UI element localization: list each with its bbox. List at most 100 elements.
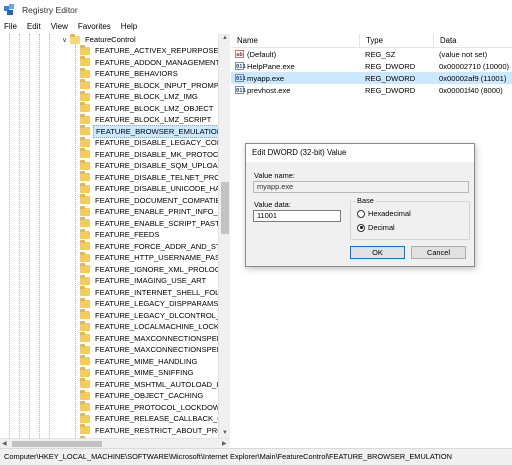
column-header-name[interactable]: Name (231, 34, 359, 47)
registry-editor-icon (4, 4, 16, 15)
tree-item[interactable]: FEATURE_FEEDS (80, 228, 161, 241)
radio-hexadecimal[interactable]: Hexadecimal (357, 209, 411, 218)
tree-item[interactable]: FEATURE_MSHTML_AUTOLOAD_IEFR (80, 378, 230, 391)
folder-icon (80, 389, 90, 400)
tree-item-label: FEATURE_DISABLE_UNICODE_HANDL (95, 184, 230, 194)
tree-item[interactable]: FEATURE_IGNORE_XML_PROLOG (80, 263, 223, 276)
tree-item-label: FEATURE_MSHTML_AUTOLOAD_IEFR (95, 379, 230, 389)
scroll-right-arrow-icon[interactable]: ▶ (222, 440, 227, 447)
tree-item[interactable]: FEATURE_INTERNET_SHELL_FOLDERS (80, 286, 229, 299)
list-row[interactable]: 011 HelpPane.exe REG_DWORD 0x00002710 (1000… (231, 60, 512, 72)
tree-item[interactable]: FEATURE_PROTOCOL_LOCKDOWN (80, 401, 228, 414)
tree-item-label: FEATURE_FEEDS (95, 230, 160, 240)
tree-item[interactable]: FEATURE_IMAGING_USE_ART (80, 274, 208, 287)
column-header-type[interactable]: Type (359, 34, 433, 47)
tree-horizontal-scrollbar[interactable]: ◀ ▶ (0, 438, 230, 448)
tree-item[interactable]: FEATURE_ADDON_MANAGEMENT (80, 56, 222, 69)
tree-item[interactable]: FEATURE_ENABLE_SCRIPT_PASTE_URI (80, 217, 229, 230)
tree-item[interactable]: FEATURE_MIME_HANDLING (80, 355, 199, 368)
value-name: (Default) (247, 49, 277, 59)
tree-item[interactable]: FEATURE_MAXCONNECTIONSPER1_0 (80, 332, 229, 345)
collapse-chevron-icon[interactable]: ∨ (60, 36, 69, 44)
tree-item-label: FEATURE_MIME_SNIFFING (95, 368, 194, 378)
tree-item-label: FEATURE_DOCUMENT_COMPATIBLE_ (95, 195, 230, 205)
string-value-icon: ab (235, 50, 244, 58)
folder-icon (80, 263, 90, 274)
registry-tree[interactable]: ∨ FeatureControl FEATURE_ACTIVEX_REPURPO… (0, 34, 230, 448)
tree-item[interactable]: FEATURE_DISABLE_UNICODE_HANDL (80, 182, 230, 195)
scroll-down-arrow-icon[interactable]: ▼ (222, 430, 228, 436)
window-title: Registry Editor (22, 4, 78, 15)
list-row[interactable]: 011 myapp.exe REG_DWORD 0x00002af9 (11001) (231, 72, 512, 84)
tree-item[interactable]: FEATURE_MIME_SNIFFING (80, 366, 196, 379)
tree-item[interactable]: FEATURE_DISABLE_TELNET_PROTOCO (80, 171, 229, 184)
folder-icon (80, 67, 90, 78)
scrollbar-thumb[interactable] (221, 182, 229, 234)
tree-item[interactable]: FEATURE_LEGACY_DLCONTROL_BEH (80, 309, 230, 322)
tree-guide-line (29, 34, 30, 438)
tree-item-label: FEATURE_RELEASE_CALLBACK_ON_S (95, 414, 230, 424)
value-name-field: myapp.exe (253, 181, 469, 193)
folder-icon (80, 217, 90, 228)
tree-item-label: FEATURE_BEHAVIORS (95, 69, 178, 79)
folder-icon (80, 113, 90, 124)
scroll-up-arrow-icon[interactable]: ▲ (222, 35, 228, 41)
ok-button[interactable]: OK (350, 246, 405, 259)
tree-item[interactable]: FEATURE_DISABLE_LEGACY_COMPRE (80, 136, 229, 149)
folder-icon (80, 378, 90, 389)
tree-item-label: FEATURE_MIME_HANDLING (95, 356, 198, 366)
tree-item[interactable]: FEATURE_LOCALMACHINE_LOCKDO (80, 320, 229, 333)
tree-item[interactable]: FEATURE_BEHAVIORS (80, 67, 180, 80)
folder-icon (80, 56, 90, 67)
menu-favorites[interactable]: Favorites (73, 22, 116, 31)
value-data-input[interactable]: 11001 (253, 210, 341, 222)
radio-hexadecimal-label: Hexadecimal (368, 209, 411, 218)
tree-vertical-scrollbar[interactable]: ▲ ▼ (218, 34, 230, 438)
list-row[interactable]: ab (Default) REG_SZ (value not set) (231, 48, 512, 60)
tree-item[interactable]: FEATURE_HTTP_USERNAME_PASSWC (80, 251, 229, 264)
tree-item-label: FEATURE_LEGACY_DISPPARAMS (95, 299, 219, 309)
binary-value-icon: 011 (235, 74, 246, 82)
tree-item[interactable]: FEATURE_MAXCONNECTIONSPERSER (80, 343, 229, 356)
radio-unchecked-icon[interactable] (357, 209, 365, 218)
menu-help[interactable]: Help (116, 22, 142, 31)
tree-item-label: FEATURE_LEGACY_DLCONTROL_BEH (95, 310, 230, 320)
folder-open-icon (70, 34, 80, 44)
menu-view[interactable]: View (46, 22, 73, 31)
tree-guide-line (49, 34, 50, 438)
tree-item[interactable]: FEATURE_DISABLE_SQM_UPLOAD_FO (80, 159, 229, 172)
binary-value-icon: 011 (235, 86, 246, 94)
value-name-cell: 011 myapp.exe (231, 74, 359, 83)
tree-item[interactable]: FEATURE_FORCE_ADDR_AND_STATUS (80, 240, 229, 253)
tree-item[interactable]: FEATURE_LEGACY_DISPPARAMS (80, 297, 220, 310)
cancel-button[interactable]: Cancel (411, 246, 466, 259)
tree-item[interactable]: FEATURE_OBJECT_CACHING (80, 389, 205, 402)
base-groupbox-title: Base (355, 196, 376, 205)
tree-item[interactable]: FEATURE_BLOCK_INPUT_PROMPTS (80, 79, 229, 92)
tree-item[interactable]: FEATURE_RELEASE_CALLBACK_ON_S (80, 412, 230, 425)
list-row[interactable]: 011 prevhost.exe REG_DWORD 0x00001f40 (8000… (231, 84, 512, 96)
tree-guide-line (9, 34, 10, 438)
tree-item[interactable]: FEATURE_RESTRICT_ABOUT_PROTOC (80, 424, 230, 437)
scrollbar-thumb[interactable] (12, 441, 102, 447)
tree-item[interactable]: FEATURE_BLOCK_LMZ_OBJECT (80, 102, 215, 115)
menu-file[interactable]: File (0, 22, 22, 31)
radio-decimal[interactable]: Decimal (357, 223, 395, 232)
tree-item[interactable]: FEATURE_BLOCK_LMZ_IMG (80, 90, 200, 103)
tree-item-featurecontrol[interactable]: ∨ FeatureControl (60, 34, 138, 46)
tree-item[interactable]: FEATURE_DOCUMENT_COMPATIBLE_ (80, 194, 230, 207)
radio-checked-icon[interactable] (357, 223, 365, 232)
tree-item[interactable]: FEATURE_ACTIVEX_REPURPOSEDETEC (80, 44, 229, 57)
menu-edit[interactable]: Edit (22, 22, 46, 31)
tree-item-label: FEATURE_BLOCK_LMZ_IMG (95, 92, 198, 102)
tree-item-label: FEATURE_RESTRICT_ABOUT_PROTOC (95, 425, 230, 435)
tree-item[interactable]: FEATURE_ENABLE_PRINT_INFO_DISCL (80, 205, 229, 218)
column-header-data[interactable]: Data (433, 34, 512, 47)
value-type-cell: REG_DWORD (365, 73, 416, 83)
scroll-left-arrow-icon[interactable]: ◀ (2, 440, 7, 447)
radio-decimal-label: Decimal (368, 223, 395, 232)
folder-icon (80, 251, 90, 262)
tree-item[interactable]: FEATURE_BROWSER_EMULATION (80, 124, 226, 138)
tree-item[interactable]: FEATURE_DISABLE_MK_PROTOCOL (80, 148, 229, 161)
folder-icon (80, 309, 90, 320)
